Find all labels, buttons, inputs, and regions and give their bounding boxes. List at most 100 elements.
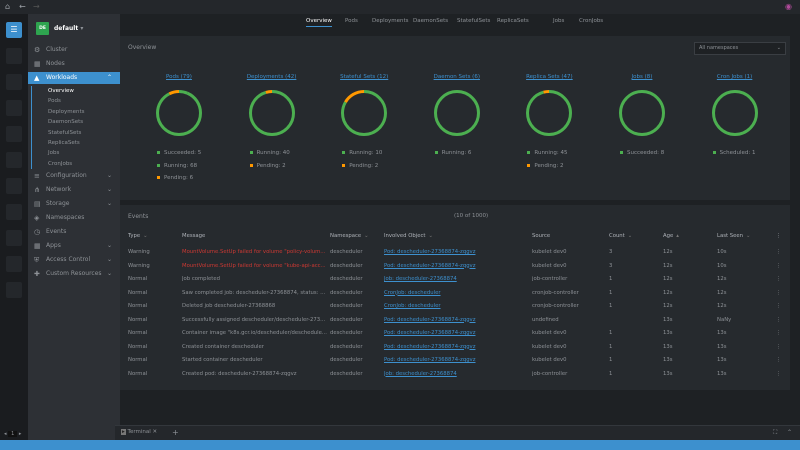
tab-deployments[interactable]: Deployments: [372, 18, 409, 24]
tab-replicasets[interactable]: ReplicaSets: [497, 18, 529, 24]
table-row[interactable]: Normal Job completed descheduler Job: desch…: [120, 273, 790, 287]
table-row[interactable]: Normal Created container descheduler desch…: [120, 341, 790, 355]
tab-pods[interactable]: Pods: [345, 18, 358, 24]
tab-cronjobs[interactable]: CronJobs: [579, 18, 603, 24]
card-title-link[interactable]: Replica Sets (47): [503, 74, 595, 80]
column-header-type[interactable]: Type ⌄: [128, 230, 183, 244]
cell-involved-object[interactable]: Job: descheduler-27368874: [384, 368, 529, 382]
sidebar-item-nodes[interactable]: ▦ Nodes: [28, 58, 120, 70]
cell-involved-object[interactable]: Pod: descheduler-27368874-zqgvz: [384, 327, 529, 341]
sidebar-item-events[interactable]: ◷ Events: [28, 226, 120, 238]
add-tab-icon[interactable]: +: [172, 428, 179, 437]
close-icon[interactable]: ✕: [153, 429, 158, 435]
table-row[interactable]: Normal Created pod: descheduler-27368874-…: [120, 368, 790, 382]
column-header-count[interactable]: Count ⌄: [609, 230, 664, 244]
chevron-up-icon[interactable]: ⌃: [787, 429, 792, 436]
cell-involved-object[interactable]: Pod: descheduler-27368874-zqgvz: [384, 260, 529, 274]
rail-slot[interactable]: [6, 256, 22, 272]
card-title-link[interactable]: Deployments (42): [226, 74, 318, 80]
fullscreen-icon[interactable]: ⛶: [773, 429, 777, 437]
pager[interactable]: ◂ 1 ▸: [4, 431, 21, 437]
column-header-message[interactable]: Message: [182, 230, 332, 244]
sidebar-sub-cronjobs[interactable]: CronJobs: [48, 158, 72, 170]
row-menu-icon[interactable]: ⋮: [776, 300, 781, 314]
sidebar-item-namespaces[interactable]: ◈ Namespaces: [28, 212, 120, 224]
column-header-source[interactable]: Source: [532, 230, 612, 244]
events-icon: ◷: [34, 228, 41, 237]
row-menu-icon[interactable]: ⋮: [776, 327, 781, 341]
card-title-link[interactable]: Jobs (8): [596, 74, 688, 80]
sidebar-item-network[interactable]: ⋔ Network ⌄: [28, 184, 120, 196]
column-header-namespace[interactable]: Namespace ⌄: [330, 230, 385, 244]
cell-involved-object[interactable]: Pod: descheduler-27368874-zqgvz: [384, 341, 529, 355]
status-ring-chart: [341, 90, 388, 136]
table-row[interactable]: Warning MountVolume.SetUp failed for volu…: [120, 246, 790, 260]
sidebar-item-configuration[interactable]: ≡ Configuration ⌄: [28, 170, 120, 182]
card-title-link[interactable]: Cron Jobs (1): [689, 74, 781, 80]
row-menu-icon[interactable]: ⋮: [776, 341, 781, 355]
cell-namespace: descheduler: [330, 343, 363, 350]
rail-slot[interactable]: [6, 126, 22, 142]
table-row[interactable]: Normal Started container descheduler desch…: [120, 354, 790, 368]
column-header-last-seen[interactable]: Last Seen ⌄: [717, 230, 772, 244]
rail-slot[interactable]: [6, 100, 22, 116]
tab-statefulsets[interactable]: StatefulSets: [457, 18, 490, 24]
rail-slot[interactable]: [6, 282, 22, 298]
column-header-involved-object[interactable]: Involved Object ⌄: [384, 230, 534, 244]
cluster-name[interactable]: default ▾: [54, 25, 83, 32]
row-menu-icon[interactable]: ⋮: [776, 368, 781, 382]
cluster-icon-button[interactable]: ☰: [6, 22, 22, 38]
rail-slot[interactable]: [6, 74, 22, 90]
table-row[interactable]: Warning MountVolume.SetUp failed for volu…: [120, 260, 790, 274]
row-menu-icon[interactable]: ⋮: [776, 246, 781, 260]
cell-age: 13s: [663, 330, 673, 336]
tab-overview[interactable]: Overview: [306, 18, 332, 27]
row-menu-icon[interactable]: ⋮: [776, 314, 781, 328]
cell-involved-object[interactable]: Pod: descheduler-27368874-zqgvz: [384, 314, 529, 328]
card-title-link[interactable]: Daemon Sets (6): [411, 74, 503, 80]
rail-slot[interactable]: [6, 152, 22, 168]
arrow-left-icon[interactable]: ←: [19, 2, 26, 11]
tab-jobs[interactable]: Jobs: [553, 18, 564, 24]
status-ring-chart: [711, 90, 758, 136]
arrow-right-icon[interactable]: →: [33, 2, 40, 11]
custom-resources-icon: ✚: [34, 270, 40, 279]
sidebar-item-cluster[interactable]: ⚙ Cluster: [28, 44, 120, 56]
card-title-link[interactable]: Pods (79): [133, 74, 225, 80]
sidebar-item-storage[interactable]: ▤ Storage ⌄: [28, 198, 120, 210]
cell-involved-object[interactable]: CronJob: descheduler: [384, 300, 529, 314]
sidebar-item-workloads[interactable]: ▲ Workloads ⌃: [28, 72, 120, 84]
table-row[interactable]: Normal Saw completed job: descheduler-273…: [120, 287, 790, 301]
workloads-icon: ▲: [34, 74, 40, 82]
sidebar-item-custom-resources[interactable]: ✚ Custom Resources ⌄: [28, 268, 120, 280]
cell-involved-object[interactable]: CronJob: descheduler: [384, 287, 529, 301]
sidebar-item-access-control[interactable]: ⛨ Access Control ⌄: [28, 254, 120, 266]
rail-slot[interactable]: [6, 230, 22, 246]
row-menu-icon[interactable]: ⋮: [776, 354, 781, 368]
card-title-link[interactable]: Stateful Sets (12): [318, 74, 410, 80]
home-icon[interactable]: ⌂: [5, 2, 10, 11]
legend-item: Running: 6: [434, 150, 471, 156]
cell-involved-object[interactable]: Job: descheduler-27368874: [384, 273, 529, 287]
cell-involved-object[interactable]: Pod: descheduler-27368874-zqgvz: [384, 354, 529, 368]
row-menu-icon[interactable]: ⋮: [776, 287, 781, 301]
chevron-down-icon: ⌄: [106, 186, 112, 194]
table-row[interactable]: Normal Successfully assigned descheduler/…: [120, 314, 790, 328]
row-menu-icon[interactable]: ⋮: [776, 273, 781, 287]
column-header-age[interactable]: Age ▴: [663, 230, 718, 244]
cell-age: 12s: [663, 262, 673, 269]
cell-type: Normal: [128, 357, 148, 363]
row-menu-icon[interactable]: ⋮: [776, 260, 781, 274]
table-row[interactable]: Normal Container image "k8s.gcr.io/desche…: [120, 327, 790, 341]
namespace-select[interactable]: All namespaces ⌄: [694, 42, 786, 55]
sidebar-item-apps[interactable]: ▦ Apps ⌄: [28, 240, 120, 252]
column-menu-icon[interactable]: ⋮: [776, 230, 781, 244]
rail-slot[interactable]: [6, 204, 22, 220]
terminal-tab[interactable]: ▸ Terminal ✕: [121, 429, 157, 435]
rail-slot[interactable]: [6, 178, 22, 194]
rail-slot[interactable]: [6, 48, 22, 64]
table-row[interactable]: Normal Deleted job descheduler-27368868 de…: [120, 300, 790, 314]
cell-involved-object[interactable]: Pod: descheduler-27368874-zqgvz: [384, 246, 529, 260]
tab-daemonsets[interactable]: DaemonSets: [413, 18, 448, 24]
cell-source: cronjob-controller: [532, 303, 579, 309]
